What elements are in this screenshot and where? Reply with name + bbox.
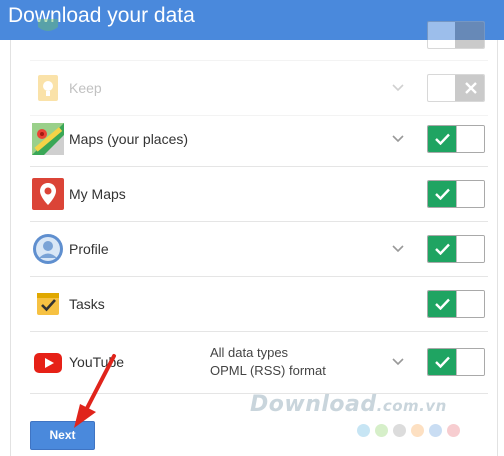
toggle-partial[interactable] xyxy=(427,21,485,49)
product-label: Profile xyxy=(69,240,109,257)
maps-toggle[interactable] xyxy=(427,124,485,153)
maps-icon xyxy=(32,122,64,155)
profile-toggle[interactable] xyxy=(427,234,485,263)
my-maps-toggle[interactable] xyxy=(427,179,485,208)
check-icon xyxy=(435,356,450,368)
product-row-my-maps: My Maps xyxy=(30,166,488,222)
data-types-summary[interactable]: All data types OPML (RSS) format xyxy=(210,344,326,380)
product-row-tasks: Tasks xyxy=(30,276,488,332)
tasks-toggle[interactable] xyxy=(427,289,485,318)
check-icon xyxy=(435,243,450,255)
watermark-dots xyxy=(357,424,465,442)
watermark: Download.com.vn xyxy=(250,392,490,442)
tasks-icon xyxy=(37,292,59,315)
product-label: Keep xyxy=(69,79,102,96)
chevron-down-icon[interactable] xyxy=(392,244,404,253)
check-icon xyxy=(435,188,450,200)
data-type-line: All data types xyxy=(210,345,289,360)
my-maps-icon xyxy=(32,177,64,210)
data-type-line: OPML (RSS) format xyxy=(210,363,326,378)
right-divider xyxy=(497,40,498,456)
product-row-maps: Maps (your places) xyxy=(30,111,488,167)
check-icon xyxy=(435,298,450,310)
keep-icon xyxy=(38,74,58,101)
product-label: Tasks xyxy=(69,295,105,312)
left-divider xyxy=(10,40,11,456)
x-icon xyxy=(465,81,477,94)
profile-icon xyxy=(33,233,63,264)
youtube-toggle[interactable] xyxy=(427,348,485,376)
chevron-down-icon[interactable] xyxy=(392,134,404,143)
keep-toggle[interactable] xyxy=(427,73,485,102)
product-row-profile: Profile xyxy=(30,221,488,277)
chevron-down-icon[interactable] xyxy=(392,358,404,366)
red-arrow-annotation xyxy=(74,354,116,428)
youtube-icon xyxy=(34,353,62,373)
check-icon xyxy=(435,133,450,145)
app-icon-partial xyxy=(38,19,58,31)
product-label: My Maps xyxy=(69,185,126,202)
product-row-keep: Keep xyxy=(30,60,488,116)
chevron-down-icon[interactable] xyxy=(392,83,404,92)
watermark-text: Download.com.vn xyxy=(250,392,447,417)
product-row-partial xyxy=(30,5,488,61)
product-label: Maps (your places) xyxy=(69,130,189,147)
